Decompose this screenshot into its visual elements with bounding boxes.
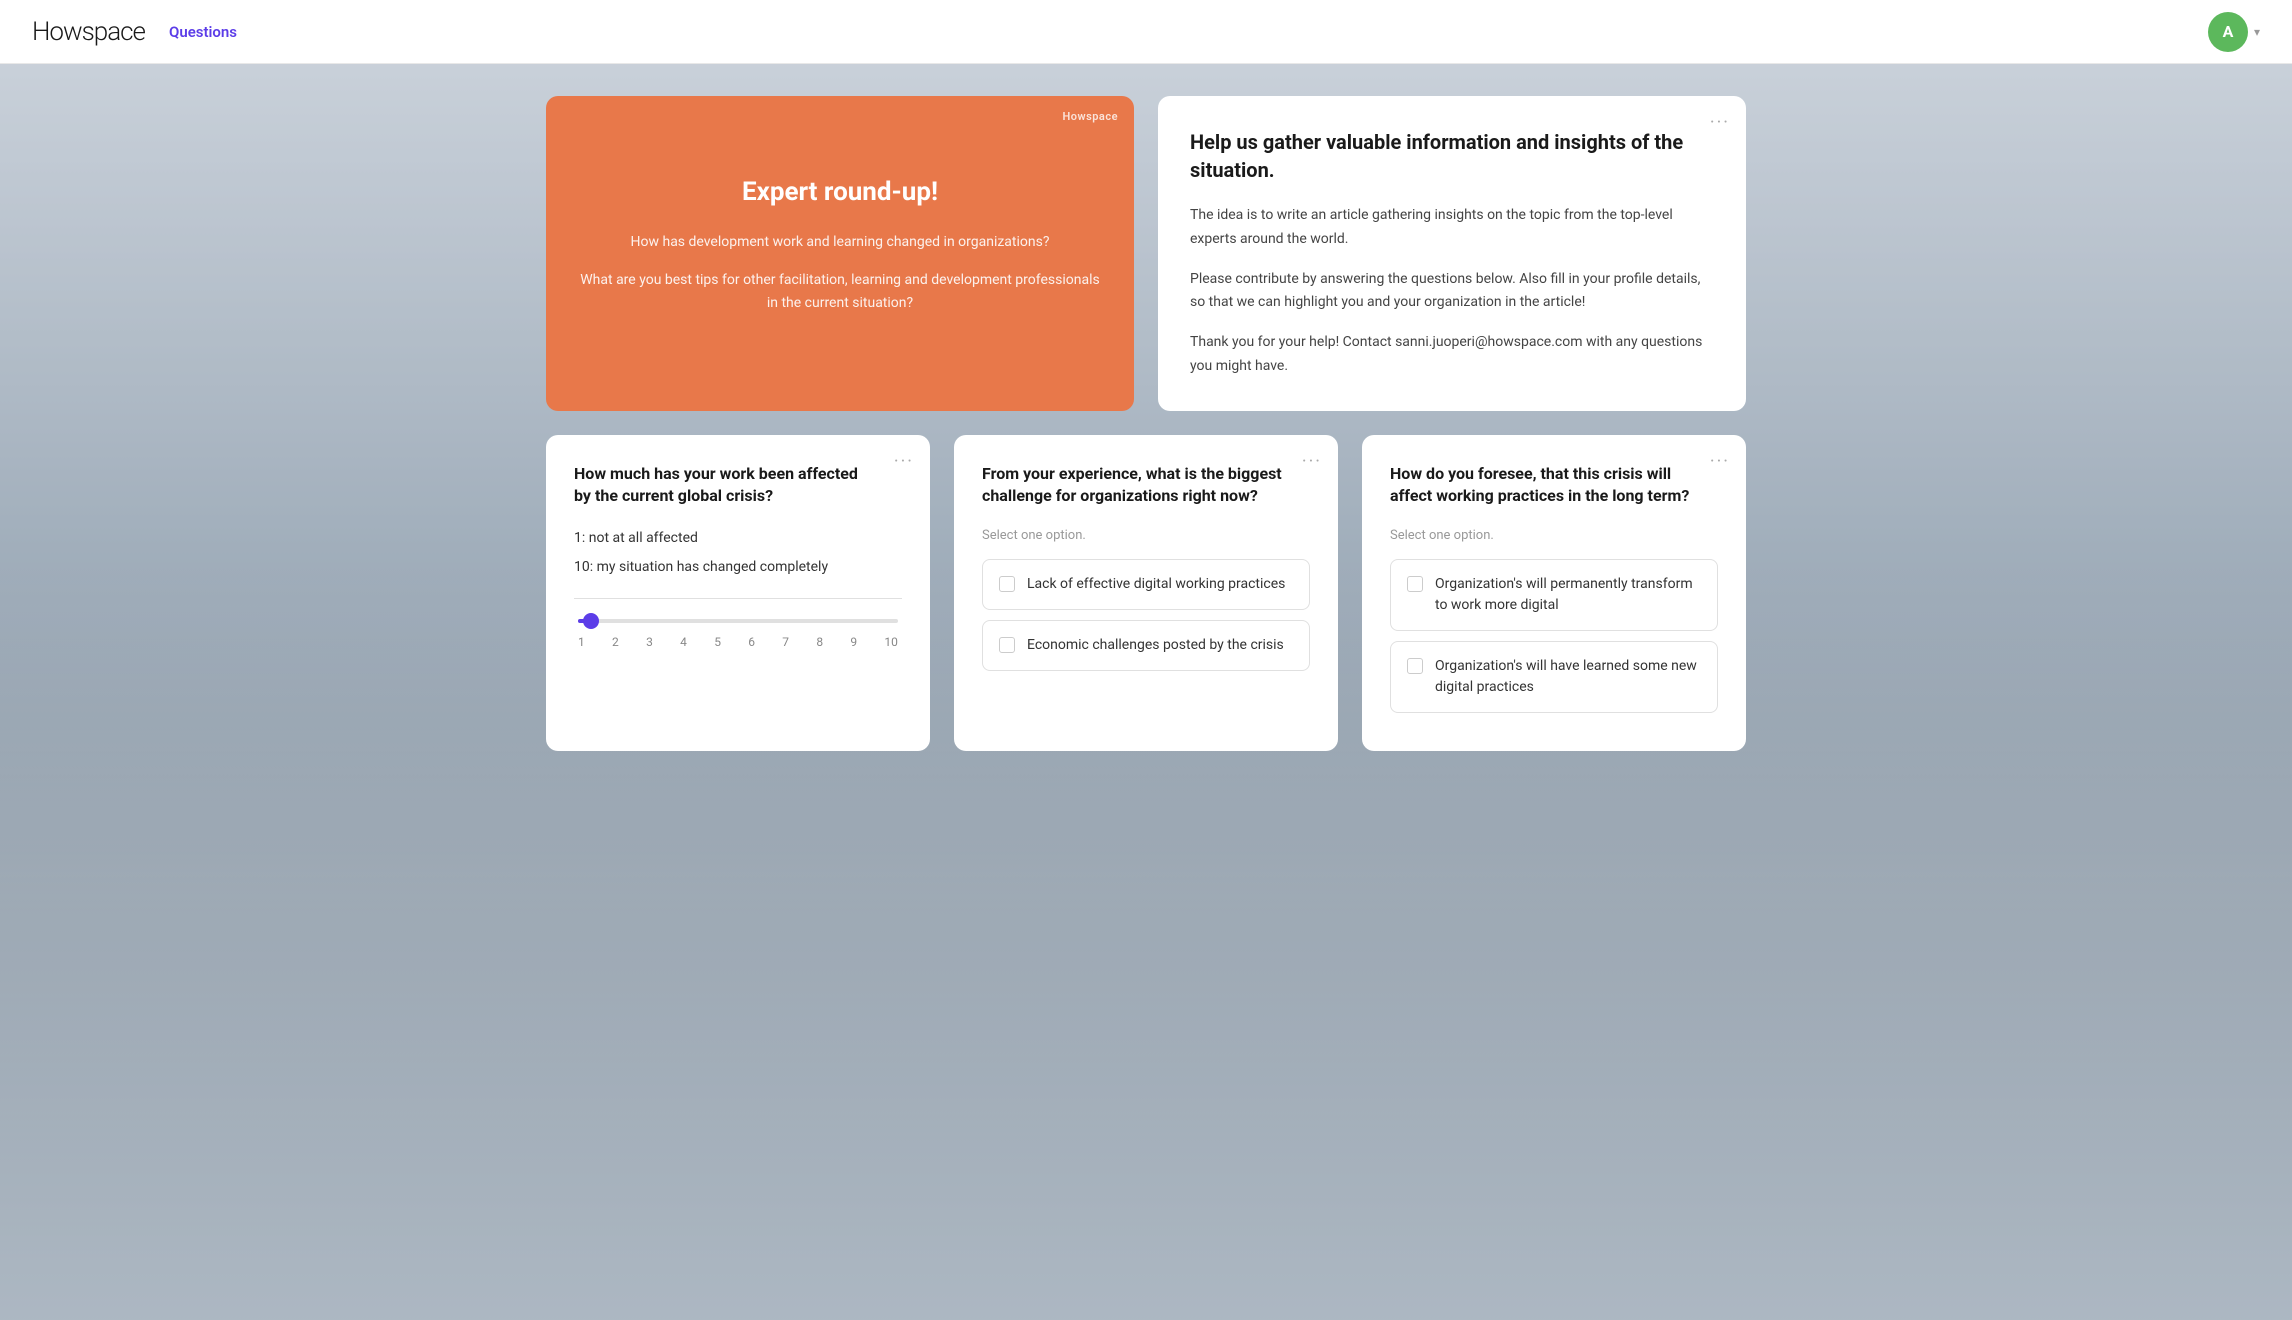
navbar: Howspace Questions A ▾ [0,0,2292,64]
q2-option-1[interactable]: Lack of effective digital working practi… [982,559,1310,610]
q1-label1: 1: not at all affected [574,528,902,549]
orange-hero-card: Howspace Expert round-up! How has develo… [546,96,1134,411]
question-card-2: ··· From your experience, what is the bi… [954,435,1338,751]
q1-slider-labels: 1 2 3 4 5 6 7 8 9 10 [578,635,898,649]
q1-title: How much has your work been affected by … [574,463,902,508]
q1-tick-3: 3 [646,635,653,649]
bottom-row: ··· How much has your work been affected… [546,435,1746,751]
info-card-para1: The idea is to write an article gatherin… [1190,204,1714,252]
q1-slider-wrap: 1 2 3 4 5 6 7 8 9 10 [574,619,902,649]
q1-tick-10: 10 [884,635,898,649]
q3-option-2[interactable]: Organization's will have learned some ne… [1390,641,1718,713]
q1-tick-4: 4 [680,635,687,649]
q1-menu-button[interactable]: ··· [894,451,914,472]
orange-card-brand: Howspace [1062,110,1118,123]
q1-divider [574,598,902,599]
q2-checkbox-2[interactable] [999,637,1015,653]
q2-title: From your experience, what is the bigges… [982,463,1310,508]
orange-card-subtitle2: What are you best tips for other facilit… [578,269,1102,314]
avatar[interactable]: A [2208,12,2248,52]
page-content: Howspace Expert round-up! How has develo… [446,64,1846,783]
q3-option-1-text: Organization's will permanently transfor… [1435,574,1701,616]
q1-tick-8: 8 [816,635,823,649]
info-card-heading: Help us gather valuable information and … [1190,128,1714,184]
q1-slider-track [578,619,898,623]
q3-title: How do you foresee, that this crisis wil… [1390,463,1718,508]
question-card-3: ··· How do you foresee, that this crisis… [1362,435,1746,751]
q1-tick-2: 2 [612,635,619,649]
q1-tick-9: 9 [850,635,857,649]
info-card-menu-button[interactable]: ··· [1710,112,1730,133]
q1-tick-1: 1 [578,635,585,649]
q2-option-1-text: Lack of effective digital working practi… [1027,574,1285,595]
avatar-dropdown-chevron[interactable]: ▾ [2254,25,2260,39]
orange-card-title: Expert round-up! [742,177,938,207]
q3-option-1[interactable]: Organization's will permanently transfor… [1390,559,1718,631]
q3-menu-button[interactable]: ··· [1710,451,1730,472]
q2-menu-button[interactable]: ··· [1302,451,1322,472]
orange-card-subtitle1: How has development work and learning ch… [631,231,1050,253]
q3-option-2-text: Organization's will have learned some ne… [1435,656,1701,698]
q2-checkbox-1[interactable] [999,576,1015,592]
info-card: ··· Help us gather valuable information … [1158,96,1746,411]
q3-checkbox-2[interactable] [1407,658,1423,674]
page-background: Howspace Expert round-up! How has develo… [0,64,2292,1320]
question-card-1: ··· How much has your work been affected… [546,435,930,751]
logo-text: Howspace [32,17,145,47]
q1-tick-5: 5 [714,635,721,649]
info-card-para3: Thank you for your help! Contact sanni.j… [1190,331,1714,379]
q1-slider-thumb[interactable] [583,613,599,629]
q2-select-label: Select one option. [982,528,1310,543]
q2-option-2-text: Economic challenges posted by the crisis [1027,635,1284,656]
info-card-para2: Please contribute by answering the quest… [1190,268,1714,316]
logo: Howspace [32,17,145,47]
q1-tick-7: 7 [782,635,789,649]
q3-checkbox-1[interactable] [1407,576,1423,592]
q2-option-2[interactable]: Economic challenges posted by the crisis [982,620,1310,671]
q1-tick-6: 6 [748,635,755,649]
q1-label2: 10: my situation has changed completely [574,557,902,578]
nav-questions-link[interactable]: Questions [169,23,237,41]
q3-select-label: Select one option. [1390,528,1718,543]
top-row: Howspace Expert round-up! How has develo… [546,96,1746,411]
